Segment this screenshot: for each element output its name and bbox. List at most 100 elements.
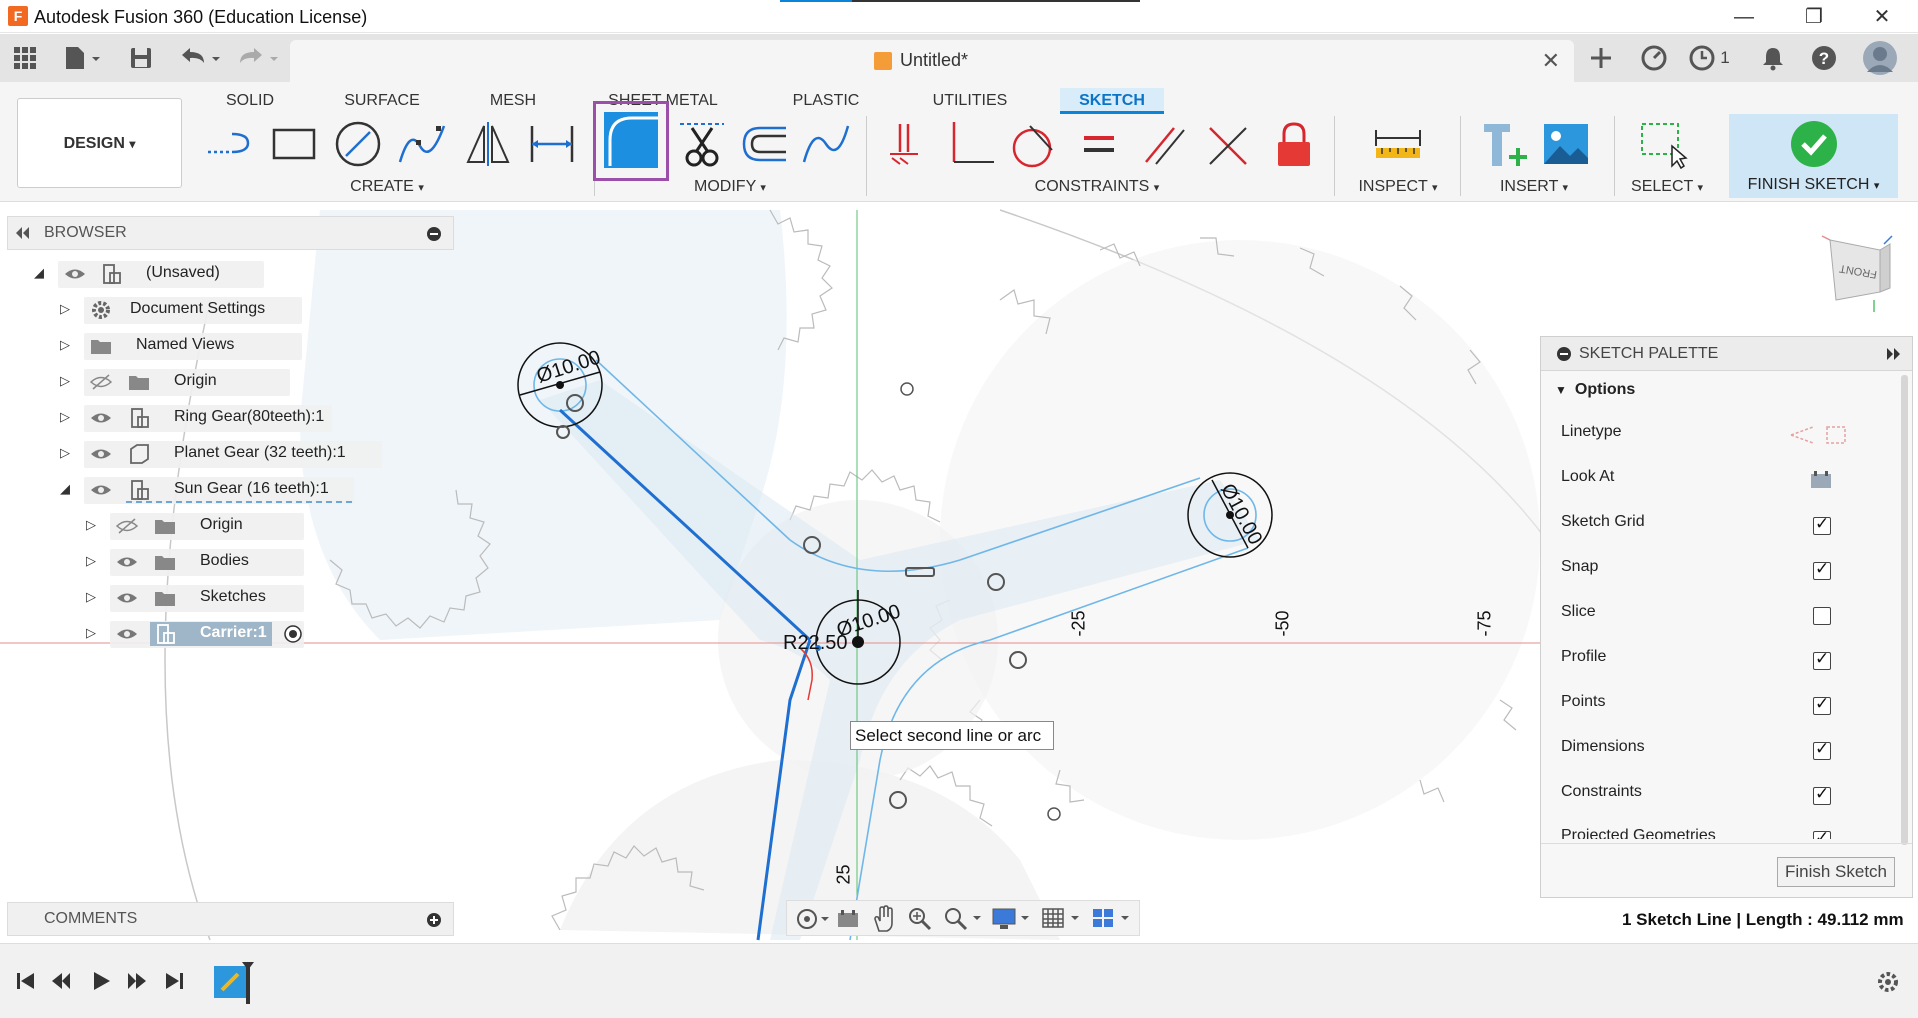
- job-status-icon[interactable]: [1688, 44, 1716, 72]
- file-icon[interactable]: [62, 44, 102, 72]
- expand-arrow-icon[interactable]: ▷: [60, 337, 70, 353]
- step-back-icon[interactable]: [50, 970, 72, 992]
- comments-panel-header[interactable]: COMMENTS: [7, 902, 454, 936]
- redo-icon[interactable]: [236, 44, 284, 72]
- option-points[interactable]: Points: [1561, 693, 1881, 723]
- tab-solid[interactable]: SOLID: [212, 88, 288, 114]
- tab-mesh[interactable]: MESH: [474, 88, 552, 114]
- insert-menu[interactable]: INSERT ▾: [1484, 178, 1584, 196]
- measure-tool-icon[interactable]: [1372, 118, 1424, 170]
- select-tool-icon[interactable]: [1636, 118, 1688, 170]
- tree-item-origin[interactable]: ▷ Origin: [82, 511, 482, 541]
- tree-item-ring-gear[interactable]: ▷ Ring Gear(80teeth):1: [56, 403, 456, 433]
- trim-tool-icon[interactable]: [676, 118, 728, 170]
- hidden-eye-icon[interactable]: [116, 517, 138, 535]
- viewcube[interactable]: FRONT: [1821, 235, 1893, 312]
- visibility-eye-icon[interactable]: [90, 409, 112, 427]
- zoom-icon[interactable]: [907, 906, 933, 932]
- profile-checkbox[interactable]: [1813, 649, 1831, 670]
- fix-constraint-icon[interactable]: [1268, 118, 1320, 170]
- expand-panel-icon[interactable]: [1886, 348, 1902, 360]
- expand-arrow-icon[interactable]: ▷: [60, 373, 70, 389]
- slice-checkbox[interactable]: [1813, 607, 1831, 625]
- option-snap[interactable]: Snap: [1561, 558, 1881, 588]
- mirror-tool-icon[interactable]: [462, 118, 514, 170]
- create-menu[interactable]: CREATE ▾: [332, 178, 442, 196]
- insert-component-icon[interactable]: [1480, 118, 1532, 170]
- play-icon[interactable]: [90, 970, 112, 992]
- modify-spline-icon[interactable]: [800, 118, 852, 170]
- tree-item-unsaved[interactable]: ◢ (Unsaved): [30, 259, 430, 289]
- minimize-button[interactable]: —: [1724, 3, 1764, 31]
- visibility-eye-icon[interactable]: [64, 265, 86, 283]
- inspect-menu[interactable]: INSPECT ▾: [1348, 178, 1448, 196]
- expand-arrow-icon[interactable]: ▷: [86, 553, 96, 569]
- offset-tool-icon[interactable]: [738, 118, 790, 170]
- collapse-panel-icon[interactable]: [14, 227, 30, 239]
- tree-item-document-settings[interactable]: ▷ Document Settings: [56, 295, 456, 325]
- tree-item-named-views[interactable]: ▷ Named Views: [56, 331, 456, 361]
- radius-dimension-label[interactable]: R22.50: [783, 632, 848, 655]
- sketch-point[interactable]: [900, 382, 914, 396]
- activate-radio-icon[interactable]: [284, 625, 302, 643]
- look-at-icon[interactable]: [1809, 470, 1833, 490]
- visibility-eye-icon[interactable]: [116, 625, 138, 643]
- timeline-settings-gear-icon[interactable]: [1876, 970, 1900, 994]
- spline-tool-icon[interactable]: [396, 118, 448, 170]
- expand-arrow-icon[interactable]: ▷: [60, 409, 70, 425]
- construction-linetype-icon[interactable]: [1789, 423, 1815, 447]
- dimension-tool-icon[interactable]: [526, 118, 578, 170]
- palette-scrollbar[interactable]: [1901, 375, 1908, 845]
- option-profile[interactable]: Profile: [1561, 648, 1881, 678]
- collapse-arrow-icon[interactable]: ▼: [1555, 383, 1567, 397]
- go-to-end-icon[interactable]: [164, 970, 186, 992]
- tree-item-bodies[interactable]: ▷ Bodies: [82, 547, 482, 577]
- expand-arrow-icon[interactable]: ◢: [60, 481, 70, 497]
- minimize-panel-icon[interactable]: [1557, 347, 1571, 361]
- projected-geometries-checkbox[interactable]: [1813, 828, 1831, 839]
- hidden-eye-icon[interactable]: [90, 373, 112, 391]
- perpendicular-constraint-icon[interactable]: [946, 118, 998, 170]
- minimize-panel-icon[interactable]: [427, 227, 441, 241]
- tab-utilities[interactable]: UTILITIES: [918, 88, 1022, 114]
- viewports-icon[interactable]: [1091, 906, 1131, 932]
- constraints-menu[interactable]: CONSTRAINTS ▾: [1024, 178, 1170, 196]
- user-avatar[interactable]: [1862, 40, 1898, 76]
- expand-arrow-icon[interactable]: ◢: [34, 265, 44, 281]
- undo-icon[interactable]: [178, 44, 226, 72]
- expand-arrow-icon[interactable]: ▷: [86, 625, 96, 641]
- parallel-constraint-icon[interactable]: [1138, 118, 1190, 170]
- fit-icon[interactable]: [943, 906, 983, 932]
- expand-arrow-icon[interactable]: ▷: [60, 301, 70, 317]
- tab-sketch[interactable]: SKETCH: [1060, 88, 1164, 114]
- sketch-palette-header[interactable]: SKETCH PALETTE: [1541, 337, 1912, 371]
- close-document-button[interactable]: ✕: [1542, 48, 1560, 74]
- circle-tool-icon[interactable]: [332, 118, 384, 170]
- extensions-icon[interactable]: [1640, 44, 1668, 72]
- option-projected-geometries[interactable]: Projected Geometries: [1561, 827, 1881, 839]
- timeline-sketch-feature-icon[interactable]: [212, 960, 256, 1004]
- finish-sketch-button[interactable]: FINISH SKETCH ▾: [1729, 114, 1898, 198]
- tree-item-origin[interactable]: ▷ Origin: [56, 367, 456, 397]
- dimensions-checkbox[interactable]: [1813, 739, 1831, 760]
- display-settings-icon[interactable]: [991, 906, 1031, 932]
- document-tab[interactable]: Untitled* ✕: [290, 40, 1574, 82]
- browser-panel-header[interactable]: BROWSER: [7, 216, 454, 250]
- palette-finish-sketch-button[interactable]: Finish Sketch: [1777, 857, 1895, 887]
- orbit-icon[interactable]: [795, 907, 829, 931]
- option-slice[interactable]: Slice: [1561, 603, 1881, 633]
- pan-icon[interactable]: [871, 905, 897, 933]
- grid-icon[interactable]: [12, 44, 38, 72]
- options-section[interactable]: ▼ Options: [1555, 381, 1635, 399]
- tree-item-sketches[interactable]: ▷ Sketches: [82, 583, 482, 613]
- notifications-icon[interactable]: [1760, 44, 1786, 72]
- step-forward-icon[interactable]: [126, 970, 148, 992]
- visibility-eye-icon[interactable]: [116, 589, 138, 607]
- sketch-grid-checkbox[interactable]: [1813, 514, 1831, 535]
- expand-arrow-icon[interactable]: ▷: [60, 445, 70, 461]
- points-checkbox[interactable]: [1813, 694, 1831, 715]
- line-tool-icon[interactable]: [202, 118, 254, 170]
- rectangle-tool-icon[interactable]: [268, 118, 320, 170]
- centerline-linetype-icon[interactable]: [1823, 423, 1849, 447]
- tab-surface[interactable]: SURFACE: [334, 88, 430, 114]
